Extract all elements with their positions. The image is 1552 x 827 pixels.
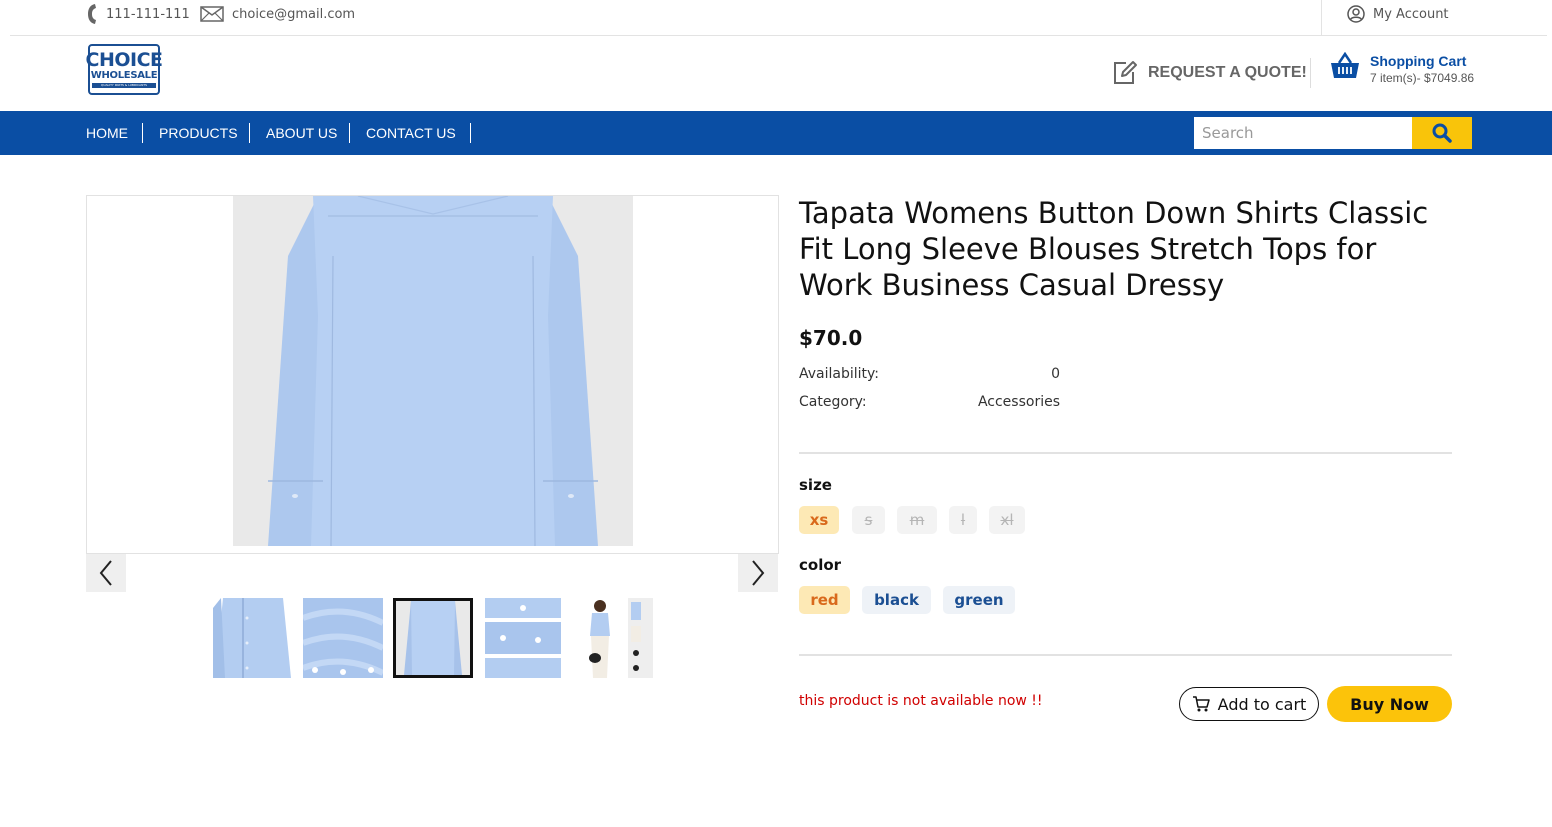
- nav-divider: [349, 123, 350, 143]
- divider: [799, 452, 1452, 454]
- email-contact[interactable]: choice@gmail.com: [200, 0, 355, 28]
- nav-about-us[interactable]: ABOUT US: [266, 124, 337, 142]
- category-label: Category:: [799, 394, 867, 410]
- phone-contact[interactable]: 111-111-111: [86, 0, 190, 28]
- category-value[interactable]: Accessories: [940, 394, 1060, 410]
- nav-home[interactable]: HOME: [86, 124, 128, 142]
- size-option-m[interactable]: m: [897, 506, 937, 534]
- product-title: Tapata Womens Button Down Shirts Classic…: [799, 196, 1429, 302]
- header-divider: [1310, 58, 1311, 88]
- cart-summary: 7 item(s)- $7049.86: [1370, 71, 1475, 85]
- phone-icon: [88, 4, 96, 24]
- nav-divider: [470, 123, 471, 143]
- shopping-cart-link[interactable]: Shopping Cart 7 item(s)- $7049.86: [1330, 52, 1474, 86]
- mail-icon: [200, 6, 224, 22]
- user-circle-icon: [1347, 5, 1365, 23]
- phone-number: 111-111-111: [106, 6, 190, 22]
- size-option-l[interactable]: l: [949, 506, 977, 534]
- thumbnail-2[interactable]: [303, 598, 383, 678]
- size-option-xs[interactable]: xs: [799, 506, 839, 534]
- cart-icon: [1192, 696, 1210, 712]
- availability-label: Availability:: [799, 366, 880, 382]
- request-quote-link[interactable]: REQUEST A QUOTE!: [1112, 58, 1307, 88]
- availability-value: 0: [1051, 366, 1060, 382]
- size-option-s[interactable]: s: [852, 506, 885, 534]
- top-bar: 111-111-111 choice@gmail.com My Account: [10, 0, 1547, 36]
- my-account-link[interactable]: My Account: [1347, 0, 1449, 28]
- color-option-green[interactable]: green: [943, 586, 1015, 614]
- edit-icon: [1114, 61, 1137, 84]
- chevron-left-icon: [99, 560, 112, 586]
- cart-title: Shopping Cart: [1370, 53, 1467, 69]
- nav-divider: [142, 123, 143, 143]
- divider: [799, 654, 1452, 656]
- logo-tagline: QUALITY PARTS & LUBRICANTS: [92, 83, 156, 88]
- gallery-prev-button[interactable]: [86, 554, 126, 592]
- product-price: $70.0: [799, 326, 863, 350]
- search-input[interactable]: [1194, 117, 1412, 149]
- topbar-divider: [1321, 0, 1322, 36]
- search-button[interactable]: [1412, 117, 1472, 149]
- my-account-label: My Account: [1373, 6, 1449, 22]
- product-image-frame: [86, 195, 779, 554]
- request-quote-label: REQUEST A QUOTE!: [1148, 64, 1307, 81]
- buy-now-button[interactable]: Buy Now: [1327, 686, 1452, 722]
- chevron-right-icon: [752, 560, 765, 586]
- nav-contact-us[interactable]: CONTACT US: [366, 124, 456, 142]
- nav-divider: [249, 123, 250, 143]
- thumbnail-3[interactable]: [393, 598, 473, 678]
- search-icon: [1432, 123, 1452, 143]
- size-label: size: [799, 476, 832, 494]
- email-address: choice@gmail.com: [232, 6, 356, 22]
- thumbnail-5[interactable]: [573, 598, 653, 678]
- color-option-red[interactable]: red: [799, 586, 850, 614]
- basket-icon: [1331, 52, 1359, 78]
- thumbnail-1[interactable]: [213, 598, 293, 678]
- logo-line-2: WHOLESALE: [90, 70, 158, 81]
- logo-line-1: CHOICE: [85, 49, 164, 71]
- unavailable-message: this product is not available now !!: [799, 693, 1043, 709]
- size-option-xl[interactable]: xl: [989, 506, 1025, 534]
- add-to-cart-button[interactable]: Add to cart: [1179, 687, 1319, 721]
- site-logo[interactable]: CHOICE WHOLESALE QUALITY PARTS & LUBRICA…: [85, 44, 164, 95]
- color-label: color: [799, 556, 842, 574]
- nav-products[interactable]: PRODUCTS: [159, 124, 238, 142]
- thumbnail-4[interactable]: [483, 598, 563, 678]
- color-option-black[interactable]: black: [862, 586, 931, 614]
- add-to-cart-label: Add to cart: [1217, 694, 1307, 714]
- gallery-next-button[interactable]: [738, 554, 778, 592]
- main-product-image[interactable]: [233, 196, 633, 546]
